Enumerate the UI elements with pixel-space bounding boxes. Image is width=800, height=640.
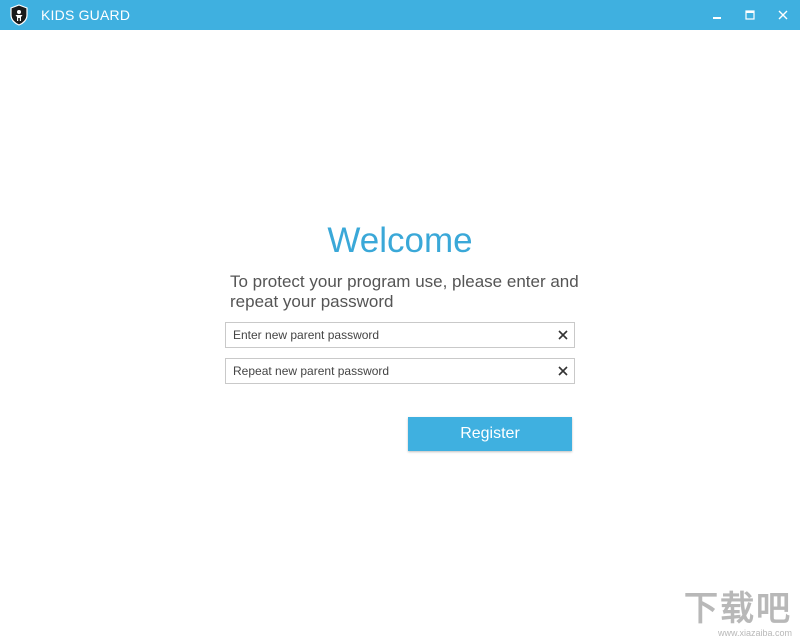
repeat-password-field-box (225, 358, 575, 384)
new-password-input[interactable] (226, 323, 553, 347)
app-title: KIDS GUARD (41, 7, 131, 23)
new-password-field-box (225, 322, 575, 348)
minimize-button[interactable] (700, 0, 734, 30)
close-icon (778, 10, 788, 20)
repeat-password-input[interactable] (226, 359, 553, 383)
watermark-logo-text: 下载吧 (684, 590, 792, 628)
close-button[interactable] (766, 0, 800, 30)
maximize-icon (745, 10, 755, 20)
watermark-url: www.xiazaiba.com (717, 628, 792, 638)
clear-icon[interactable] (557, 365, 569, 377)
welcome-heading: Welcome (327, 221, 473, 260)
clear-icon[interactable] (557, 329, 569, 341)
title-bar: KIDS GUARD (0, 0, 800, 30)
minimize-icon (713, 17, 721, 19)
maximize-button[interactable] (733, 0, 767, 30)
shield-child-icon (10, 4, 28, 26)
instructions-text: To protect your program use, please ente… (230, 272, 579, 311)
register-button[interactable]: Register (408, 417, 572, 451)
watermark: 下载吧 www.xiazaiba.com (684, 590, 792, 638)
